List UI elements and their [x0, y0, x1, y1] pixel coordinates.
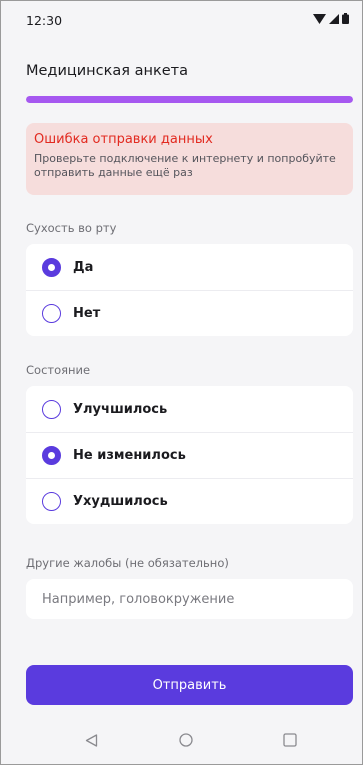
home-icon — [179, 733, 193, 747]
phone-screen: 12:30 Медицинская анкета Ошибка отправки… — [0, 0, 363, 765]
progress-fill — [26, 96, 353, 103]
radio-label: Улучшилось — [73, 401, 168, 417]
radio-option-yes[interactable]: Да — [26, 244, 353, 290]
radio-option-worsened[interactable]: Ухудшилось — [26, 478, 353, 524]
radio-label: Не изменилось — [73, 448, 186, 463]
submit-button[interactable]: Отправить — [26, 665, 353, 705]
radio-option-improved[interactable]: Улучшилось — [26, 386, 353, 432]
error-message: Проверьте подключение к интернету и попр… — [34, 152, 336, 179]
radio-label: Нет — [73, 306, 101, 321]
status-bar: 12:30 — [1, 1, 362, 35]
radio-button[interactable] — [42, 304, 61, 323]
radio-button[interactable] — [42, 446, 61, 465]
complaints-label: Другие жалобы (не обязательно) — [26, 556, 229, 570]
complaints-input[interactable] — [26, 579, 353, 619]
signal-icon — [329, 13, 339, 24]
back-button[interactable] — [76, 725, 106, 755]
recents-icon — [283, 733, 297, 747]
dry-mouth-label: Сухость во рту — [26, 221, 117, 235]
condition-options: Улучшилось Не изменилось Ухудшилось — [26, 386, 353, 524]
page-title: Медицинская анкета — [26, 63, 188, 79]
radio-button[interactable] — [42, 492, 61, 511]
back-icon — [85, 733, 97, 747]
condition-label: Состояние — [26, 363, 91, 377]
dry-mouth-options: Да Нет — [26, 244, 353, 336]
recents-button[interactable] — [275, 725, 305, 755]
radio-label: Ухудшилось — [73, 494, 168, 509]
radio-button[interactable] — [42, 257, 61, 277]
wifi-icon — [313, 13, 326, 24]
home-button[interactable] — [171, 725, 201, 755]
navigation-bar — [1, 717, 362, 764]
progress-bar — [26, 96, 353, 103]
error-title: Ошибка отправки данных — [34, 132, 213, 147]
radio-option-no[interactable]: Нет — [26, 290, 353, 336]
radio-label: Да — [73, 259, 94, 275]
status-time: 12:30 — [26, 13, 63, 28]
radio-button[interactable] — [42, 399, 61, 419]
status-icons — [313, 13, 349, 24]
error-banner: Ошибка отправки данных Проверьте подключ… — [26, 123, 353, 195]
battery-icon — [342, 13, 349, 24]
radio-option-unchanged[interactable]: Не изменилось — [26, 432, 353, 478]
